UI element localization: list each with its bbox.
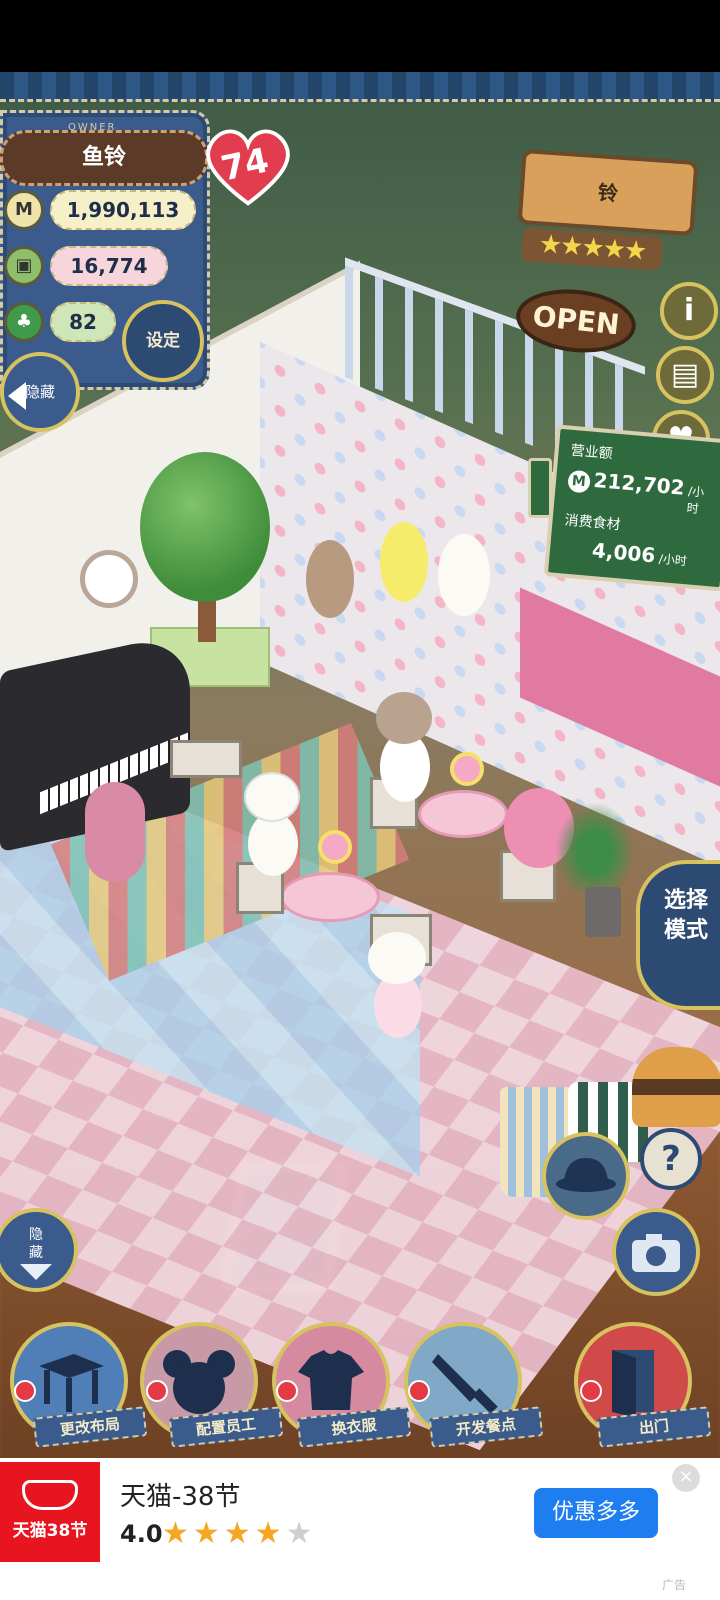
question-icon: ?	[661, 1139, 681, 1179]
chef-cat[interactable]	[438, 534, 490, 616]
star-empty-icon: ★	[285, 1516, 317, 1551]
waiter-cat-head	[368, 932, 426, 984]
staff-bunny-head	[376, 692, 432, 744]
hide-hud-button[interactable]: 隐藏	[0, 352, 80, 432]
status-bar-area	[0, 0, 720, 72]
book-icon: ▤	[670, 357, 700, 392]
decor-tree[interactable]	[140, 452, 270, 602]
left-arrow-icon	[8, 382, 26, 410]
hide-line1: 隐	[29, 1227, 43, 1243]
piano-bench[interactable]	[170, 740, 242, 778]
select-mode-line1: 选择	[663, 888, 708, 913]
help-button[interactable]: ?	[640, 1128, 702, 1190]
settings-button[interactable]: 设定	[122, 300, 204, 382]
owner-name-plate: 鱼铃	[0, 130, 208, 186]
ad-tag: 广告	[662, 1578, 687, 1592]
pin-icon	[146, 1380, 168, 1402]
pin-icon	[14, 1380, 36, 1402]
pin-icon	[276, 1380, 298, 1402]
open-label: OPEN	[531, 299, 621, 342]
settings-label: 设定	[146, 331, 180, 351]
chef-rainbow-bear[interactable]	[380, 522, 428, 602]
plant-pot	[585, 887, 621, 937]
shop-name: 铃	[597, 180, 619, 206]
revenue-value: 212,702	[592, 467, 686, 500]
tmall-cat-icon	[22, 1480, 78, 1510]
ad-logo-text: 天猫38节	[12, 1521, 88, 1541]
ad-title: 天猫-38节	[120, 1482, 241, 1512]
ad-cta-button[interactable]: 优惠多多	[534, 1488, 658, 1538]
revenue-board[interactable]: 营业额 M 212,702 /小时 消费食材 4,006 /小时	[543, 424, 720, 592]
hat-icon	[556, 1158, 616, 1192]
info-icon: i	[683, 293, 695, 328]
star-icon: ★★★★	[162, 1516, 286, 1551]
clover-value: 82	[69, 310, 97, 334]
stitched-top-border	[0, 72, 720, 102]
hide-line2: 藏	[29, 1245, 43, 1261]
clover-icon: ♣	[4, 302, 44, 342]
revenue-unit: /小时	[686, 484, 705, 517]
chef-bear[interactable]	[306, 540, 354, 618]
clover-display: 82	[50, 302, 116, 342]
ad-banner[interactable]: 天猫38节 天猫-38节 4.0 ★★★★★ 优惠多多 × 广告	[0, 1458, 720, 1600]
down-arrow-icon	[20, 1264, 52, 1280]
owner-label: OWNER	[68, 122, 117, 133]
hat-button[interactable]	[542, 1132, 630, 1220]
info-button[interactable]: i	[660, 282, 718, 340]
game-screen: 鱼铃 OWNER 74 1,990,113 M 16,774 ▣ 82 ♣ 设定…	[0, 0, 720, 1600]
flower-pot	[450, 752, 484, 786]
ingredients-display: 16,774	[50, 246, 168, 286]
pin-icon	[580, 1380, 602, 1402]
wall-clock	[80, 550, 138, 608]
select-mode-button[interactable]: 选择 模式	[636, 860, 720, 1010]
camera-icon	[632, 1234, 680, 1272]
ingredients-value: 16,774	[70, 254, 148, 278]
camera-button[interactable]	[612, 1208, 700, 1296]
ad-rating-stars: ★★★★★	[162, 1516, 316, 1551]
ingredients-basket-icon: ▣	[4, 246, 44, 286]
cello[interactable]	[85, 782, 145, 882]
money-display: 1,990,113	[50, 190, 196, 230]
recipe-book-button[interactable]: ▤	[656, 346, 714, 404]
burger-decor	[632, 1047, 720, 1127]
money-value: 1,990,113	[66, 198, 180, 222]
flower-pot	[318, 830, 352, 864]
ad-rating: 4.0	[120, 1520, 163, 1548]
select-mode-line2: 模式	[663, 918, 708, 943]
board-toggle-arrow[interactable]	[528, 458, 552, 518]
coin-icon: M	[567, 469, 591, 494]
cafe-table[interactable]	[280, 872, 380, 922]
cafe-table[interactable]	[418, 790, 508, 838]
pin-icon	[408, 1380, 430, 1402]
ingredients-consumption-unit: /小时	[658, 551, 688, 569]
owner-name: 鱼铃	[81, 145, 126, 170]
customer-cat-head	[244, 772, 300, 822]
ingredients-consumption-value: 4,006	[591, 538, 657, 568]
hide-label: 隐藏	[24, 383, 55, 401]
shop-name-sign[interactable]: 铃	[517, 148, 699, 237]
ad-close-icon[interactable]: ×	[672, 1464, 700, 1492]
ad-app-logo[interactable]: 天猫38节	[0, 1462, 100, 1562]
hide-menu-button[interactable]: 隐 藏	[0, 1208, 78, 1292]
money-coin-icon: M	[4, 190, 44, 230]
